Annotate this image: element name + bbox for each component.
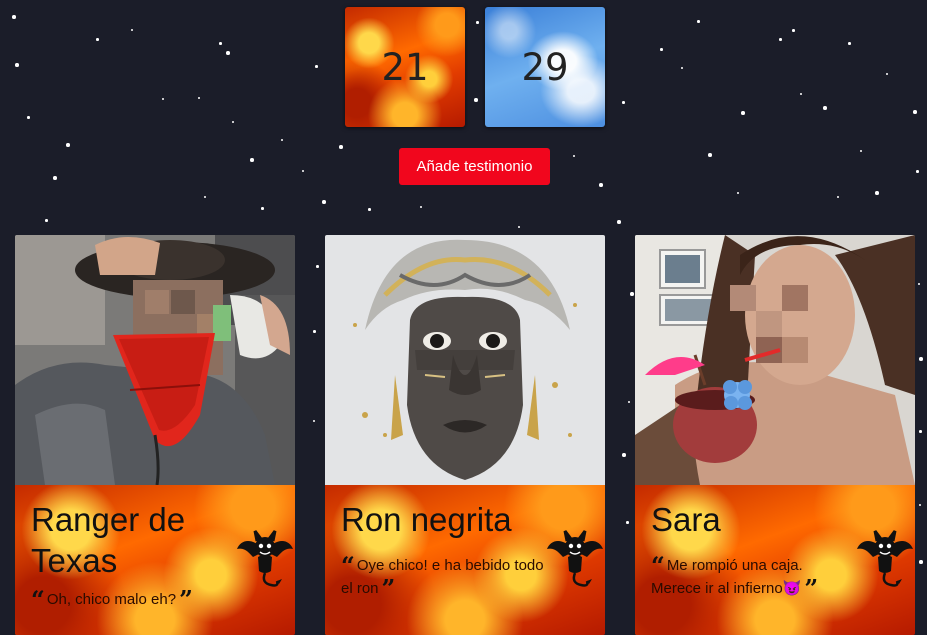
star-dot [622,453,626,457]
star-dot [315,65,318,68]
star-dot [261,207,264,210]
card-title: Ron negrita [341,501,512,538]
star-dot [628,401,630,403]
star-dot [681,67,683,69]
star-dot [697,20,700,23]
star-dot [741,111,745,115]
open-quote-icon: “ [31,585,45,614]
card-title: Ranger de Texas [31,501,186,579]
quote-text: Oye chico! e ha bebido todo el ron [341,557,544,597]
star-dot [12,15,16,19]
star-dot [875,191,879,195]
star-dot [53,176,57,180]
star-dot [198,97,200,99]
star-dot [617,220,621,224]
heaven-counter: 29 [485,7,605,127]
star-dot [708,153,712,157]
star-dot [573,155,575,157]
star-dot [316,265,319,268]
quote-text: Me rompió una caja. Merece ir al infiern… [651,557,803,597]
card-body: Sara “Me rompió una caja. Merece ir al i… [635,485,915,635]
star-dot [737,192,739,194]
card-photo [325,235,605,485]
star-dot [800,93,802,95]
star-dot [313,420,315,422]
star-dot [916,170,919,173]
hell-counter: 21 [345,7,465,127]
star-dot [219,42,222,45]
star-dot [45,219,48,222]
star-dot [792,29,795,32]
star-dot [918,283,920,285]
open-quote-icon: “ [651,551,665,580]
testimonial-card: Ron negrita “Oye chico! e ha bebido todo… [325,235,605,635]
star-dot [476,21,479,24]
star-dot [919,430,922,433]
card-body: Ron negrita “Oye chico! e ha bebido todo… [325,485,605,635]
devil-icon [857,530,913,587]
star-dot [474,98,478,102]
close-quote-icon: ” [179,585,193,614]
hell-count: 21 [381,45,429,89]
star-dot [660,48,663,51]
star-dot [15,63,19,67]
star-dot [368,208,371,211]
devil-icon [547,530,603,587]
star-dot [131,29,133,31]
close-quote-icon: ” [804,574,818,603]
devil-icon [237,530,293,587]
star-dot [339,145,343,149]
star-dot [622,101,625,104]
star-dot [837,196,839,198]
star-dot [848,42,851,45]
star-dot [626,521,629,524]
open-quote-icon: “ [341,551,355,580]
heaven-count: 29 [521,45,569,89]
card-photo [635,235,915,485]
star-dot [886,73,888,75]
star-dot [232,121,234,123]
star-dot [204,196,206,198]
star-dot [66,143,70,147]
close-quote-icon: ” [381,574,396,603]
star-dot [919,357,923,361]
star-dot [599,183,603,187]
star-dot [162,98,164,100]
card-quote: “Me rompió una caja. Merece ir al infier… [651,551,856,603]
card-title: Sara [651,501,721,538]
star-dot [823,106,827,110]
testimonial-card: Sara “Me rompió una caja. Merece ir al i… [635,235,915,635]
star-dot [281,139,283,141]
star-dot [302,170,304,172]
star-dot [96,38,99,41]
star-dot [779,38,782,41]
star-dot [518,226,520,228]
card-quote: “Oye chico! e ha bebido todo el ron” [341,551,546,603]
star-dot [630,292,634,296]
star-dot [860,150,862,152]
quote-text: Oh, chico malo eh? [46,591,177,608]
star-dot [919,504,921,506]
star-dot [313,330,316,333]
card-photo [15,235,295,485]
star-dot [226,51,230,55]
add-testimonial-button[interactable]: Añade testimonio [399,148,550,185]
star-dot [420,206,422,208]
star-dot [250,158,254,162]
card-quote: “Oh, chico malo eh?” [31,585,236,614]
testimonial-card: Ranger de Texas “Oh, chico malo eh?” [15,235,295,635]
star-dot [919,560,923,564]
star-dot [322,200,326,204]
star-dot [913,110,917,114]
card-body: Ranger de Texas “Oh, chico malo eh?” [15,485,295,635]
star-dot [27,116,30,119]
